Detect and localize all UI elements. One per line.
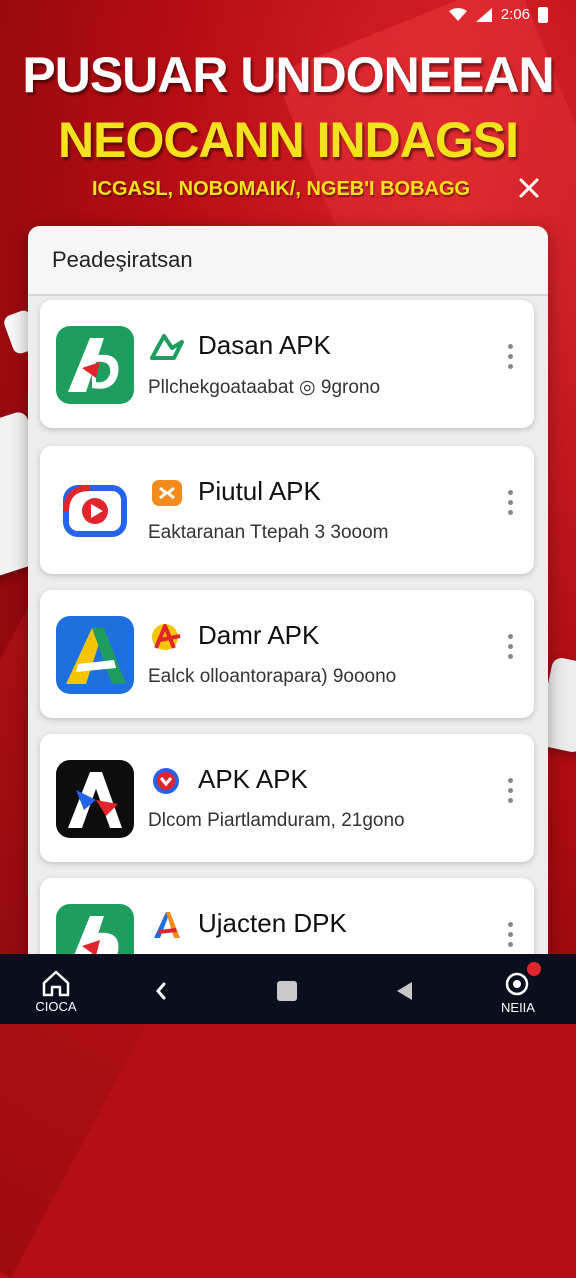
nav-back-button[interactable] — [146, 964, 176, 1018]
list-item[interactable]: Ujacten DPK — [40, 878, 534, 966]
app-name: Dasan APK — [198, 330, 331, 360]
close-icon[interactable] — [514, 176, 544, 206]
more-options-icon[interactable] — [496, 482, 524, 522]
nav-triangle-back-button[interactable] — [390, 964, 420, 1018]
nav-home-label: CIOCA — [35, 998, 77, 1014]
app-name: APK APK — [198, 764, 308, 794]
list-item[interactable]: Dasan APK Pllchekgoataabat ◎ 9grono — [40, 300, 534, 428]
battery-icon — [538, 6, 548, 23]
orange-square-icon — [152, 480, 182, 506]
status-time: 2:06 — [500, 6, 530, 23]
triangle-back-icon — [397, 982, 412, 1000]
panel-title: Peadeşiratsan — [52, 247, 193, 272]
app-logo-play — [56, 472, 134, 550]
green-arrow-icon — [150, 334, 184, 360]
hero-title: PUSUAR UNDONEEAN — [22, 47, 554, 103]
home-icon — [42, 970, 70, 996]
list-item[interactable]: Piutul APK Eaktaranan Ttepah 3 3ooom — [40, 446, 534, 574]
more-options-icon[interactable] — [496, 914, 524, 954]
app-name: Damr APK — [198, 620, 320, 650]
nav-home-button[interactable]: CIOCA — [30, 964, 82, 1018]
more-options-icon[interactable] — [496, 336, 524, 376]
app-name: Ujacten DPK — [198, 908, 347, 938]
app-list-panel: Peadeşiratsan Dasan APK Pllchekgoataabat… — [28, 226, 548, 966]
square-icon — [277, 981, 297, 1001]
app-description: Eaktaranan Ttepah 3 3ooom — [148, 522, 389, 543]
signal-icon — [475, 7, 492, 22]
app-logo-green — [56, 326, 134, 404]
app-logo-blue-a — [56, 616, 134, 694]
nav-recents-button[interactable] — [272, 964, 302, 1018]
wifi-icon — [448, 7, 467, 21]
app-name: Piutul APK — [198, 476, 321, 506]
hero-title-2: NEOCANN INDAGSI — [57, 112, 519, 168]
more-options-icon[interactable] — [496, 626, 524, 666]
list-item[interactable]: Damr APK Ealck olloantorapara) 9ooono — [40, 590, 534, 718]
chevron-left-icon — [156, 982, 166, 1000]
bottom-navigation-bar: CIOCA NEIIA — [0, 954, 576, 1024]
app-logo-black-a — [56, 760, 134, 838]
app-description: Ealck olloantorapara) 9ooono — [148, 666, 397, 687]
app-description: Pllchekgoataabat ◎ 9grono — [148, 377, 381, 398]
panel-header: Peadeşiratsan — [28, 226, 548, 296]
red-blue-circle-icon — [153, 768, 179, 794]
nav-menu-button[interactable]: NEIIA — [490, 961, 546, 1018]
nav-menu-label: NEIIA — [501, 999, 535, 1015]
notification-badge — [527, 961, 541, 976]
red-a-icon — [152, 624, 181, 650]
app-description: Dlcom Piartlamduram, 21gono — [148, 810, 405, 831]
more-options-icon[interactable] — [496, 770, 524, 810]
list-item[interactable]: APK APK Dlcom Piartlamduram, 21gono — [40, 734, 534, 862]
colorful-a-icon — [154, 912, 180, 938]
status-bar: 2:06 — [448, 6, 548, 23]
hero-subtitle: ICGASL, NOBOMAIK/, NGEB'I BOBAGG — [92, 178, 471, 200]
